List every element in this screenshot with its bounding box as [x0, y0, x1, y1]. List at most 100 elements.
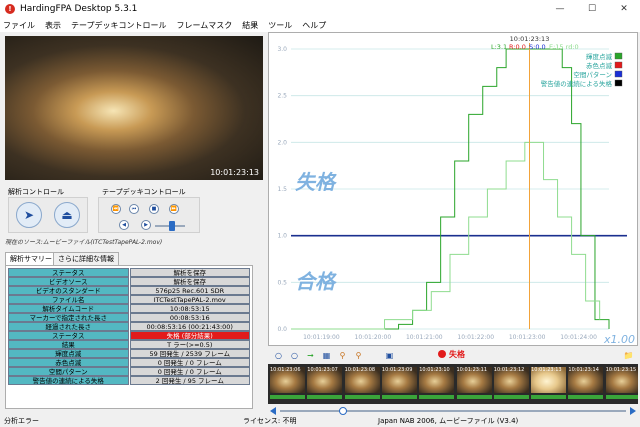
summary-value: T ラー(>=0.5): [129, 339, 250, 349]
fast-forward-icon[interactable]: ⏩: [169, 204, 179, 214]
video-preview: 10:01:23:13: [5, 36, 263, 180]
status-left: 分析エラー: [4, 417, 39, 425]
summary-key: 解析タイムコード: [8, 303, 129, 313]
step-back-icon[interactable]: ⏮: [129, 204, 139, 214]
menu-tools[interactable]: ツール: [268, 20, 292, 31]
summary-row: 赤色点滅 0 回発生 / 0 フレーム: [8, 357, 250, 367]
fail-indicator: 失格: [438, 349, 465, 360]
readout-extra: E:15 rd:0: [549, 43, 579, 51]
app-alert-icon: !: [5, 4, 15, 14]
chart-title: 10:01:23:13: [510, 35, 550, 43]
summary-key: ビデオソース: [8, 276, 129, 286]
video-timecode: 10:01:23:13: [210, 168, 259, 177]
menu-help[interactable]: ヘルプ: [302, 20, 326, 31]
minimize-icon[interactable]: —: [544, 0, 576, 18]
filmstrip-frame[interactable]: 10:01:23:14: [568, 367, 604, 401]
fail-indicator-label: 失格: [449, 350, 465, 359]
menu-file[interactable]: ファイル: [3, 20, 35, 31]
filmstrip-frame[interactable]: 10:01:23:10: [419, 367, 455, 401]
summary-value: 576p25 Rec.601 SDR: [129, 285, 250, 295]
frame-status-bar: [456, 395, 492, 399]
filmstrip[interactable]: 10:01:23:06 10:01:23:07 10:01:23:08 10:01:2…: [268, 364, 638, 404]
shuttle-slider-thumb[interactable]: [169, 221, 175, 231]
summary-value: ITCTestTapePAL-2.mov: [129, 294, 250, 304]
filmstrip-frame[interactable]: 10:01:23:15: [605, 367, 638, 401]
frame-status-bar: [344, 395, 380, 399]
summary-row: ファイル名 ITCTestTapePAL-2.mov: [8, 294, 250, 304]
x-tick-label: 10:01:23:00: [509, 334, 546, 341]
timeline-scroll-svg: [270, 407, 636, 415]
timeline-scroll[interactable]: [268, 407, 638, 415]
legend-label: 赤色点滅: [586, 61, 613, 70]
list-icon[interactable]: ▦: [321, 350, 332, 361]
scroll-left-icon[interactable]: [270, 407, 276, 415]
filmstrip-frame[interactable]: 10:01:23:06: [270, 367, 305, 401]
status-license: ライセンス: 不明: [243, 417, 297, 425]
summary-value: 00:08:53:16: [129, 312, 250, 322]
analyze-cursor-button[interactable]: ➤: [16, 202, 42, 228]
scroll-track[interactable]: [280, 410, 626, 412]
summary-key: 警告値の連続による失格: [8, 375, 129, 385]
menu-view[interactable]: 表示: [45, 20, 61, 31]
summary-value: 解析を保存: [129, 276, 250, 286]
filmstrip-frame[interactable]: 10:01:23:07: [307, 367, 343, 401]
y-tick-label: 3.0: [277, 46, 287, 53]
summary-value: 失格 (部分結果): [129, 330, 250, 340]
stop-icon[interactable]: ■: [149, 204, 159, 214]
menu-tape-deck[interactable]: テープデッキコントロール: [71, 20, 167, 31]
frame-timecode: 10:01:23:15: [605, 367, 637, 373]
summary-value: 10:08:53:15: [129, 303, 250, 313]
screen-icon[interactable]: ▣: [384, 350, 395, 361]
scroll-right-icon[interactable]: [630, 407, 636, 415]
summary-row: 警告値の連続による失格 2 回発生 / 95 フレーム: [8, 375, 250, 385]
summary-row: 解析タイムコード 10:08:53:15: [8, 303, 250, 313]
close-icon[interactable]: ✕: [608, 0, 640, 18]
summary-row: 空間パターン 0 回発生 / 0 フレーム: [8, 366, 250, 376]
menu-results[interactable]: 結果: [242, 20, 258, 31]
summary-key: 経過された長さ: [8, 321, 129, 331]
status-bar: 分析エラー ライセンス: 不明 Japan NAB 2006, ムービーファイル…: [0, 416, 640, 427]
y-tick-label: 0.0: [277, 326, 287, 333]
tab-more-details[interactable]: さらに詳細な情報: [53, 252, 119, 265]
filmstrip-frame[interactable]: 10:01:23:11: [456, 367, 492, 401]
frame-timecode: 10:01:23:11: [456, 367, 488, 373]
maximize-icon[interactable]: ☐: [576, 0, 608, 18]
go-end-icon[interactable]: ○: [289, 350, 300, 361]
zoom-label: x1.00: [603, 333, 635, 345]
menu-frame-mask[interactable]: フレームマスク: [177, 20, 233, 31]
window-title: HardingFPA Desktop 5.3.1: [20, 4, 138, 14]
window-controls: — ☐ ✕: [544, 0, 640, 18]
zoom-out-icon[interactable]: ⚲: [353, 350, 364, 361]
filmstrip-frame[interactable]: 10:01:23:09: [381, 367, 417, 401]
fail-region-label: 失格: [295, 170, 337, 194]
x-tick-label: 10:01:19:00: [303, 334, 340, 341]
prev-frame-icon[interactable]: ◀: [119, 220, 129, 230]
zoom-in-icon[interactable]: ⚲: [337, 350, 348, 361]
scroll-thumb[interactable]: [339, 407, 347, 415]
play-icon[interactable]: ▶: [141, 220, 151, 230]
filmstrip-frame[interactable]: 10:01:23:08: [344, 367, 380, 401]
app-window: ! HardingFPA Desktop 5.3.1 — ☐ ✕ ファイル 表示…: [0, 0, 640, 427]
eject-button[interactable]: ⏏: [54, 202, 80, 228]
filmstrip-frame[interactable]: 10:01:23:12: [493, 367, 529, 401]
go-start-icon[interactable]: ○: [273, 350, 284, 361]
folder-icon[interactable]: 📁: [623, 350, 634, 361]
summary-key: ビデオのスタンダード: [8, 285, 129, 295]
readout-r: R:0.0: [509, 43, 526, 51]
frame-status-bar: [307, 395, 343, 399]
x-tick-label: 10:01:24:00: [560, 334, 597, 341]
filmstrip-frame[interactable]: 10:01:23:13: [531, 367, 567, 401]
frame-timecode: 10:01:23:06: [270, 367, 301, 373]
jump-arrow-icon[interactable]: ➞: [305, 350, 316, 361]
tab-analysis-summary[interactable]: 解析サマリー: [5, 252, 57, 265]
chart-toolbar: ○ ○ ➞ ▦ ⚲ ⚲ ▣ 失格 📁: [268, 348, 638, 362]
flash-chart[interactable]: 3.0 2.5 2.0 1.5 1.0 0.5 0.0 10:01:19:00 10:01:20…: [268, 32, 638, 346]
frame-status-bar: [605, 395, 638, 399]
summary-value: 00:08:53:16 (00:21:43:00): [129, 321, 250, 331]
x-tick-label: 10:01:20:00: [355, 334, 392, 341]
summary-value: 2 回発生 / 95 フレーム: [129, 375, 250, 385]
frame-status-bar: [270, 395, 305, 399]
summary-row: ビデオソース 解析を保存: [8, 276, 250, 286]
rewind-icon[interactable]: ⏪: [111, 204, 121, 214]
summary-value: 0 回発生 / 0 フレーム: [129, 357, 250, 367]
